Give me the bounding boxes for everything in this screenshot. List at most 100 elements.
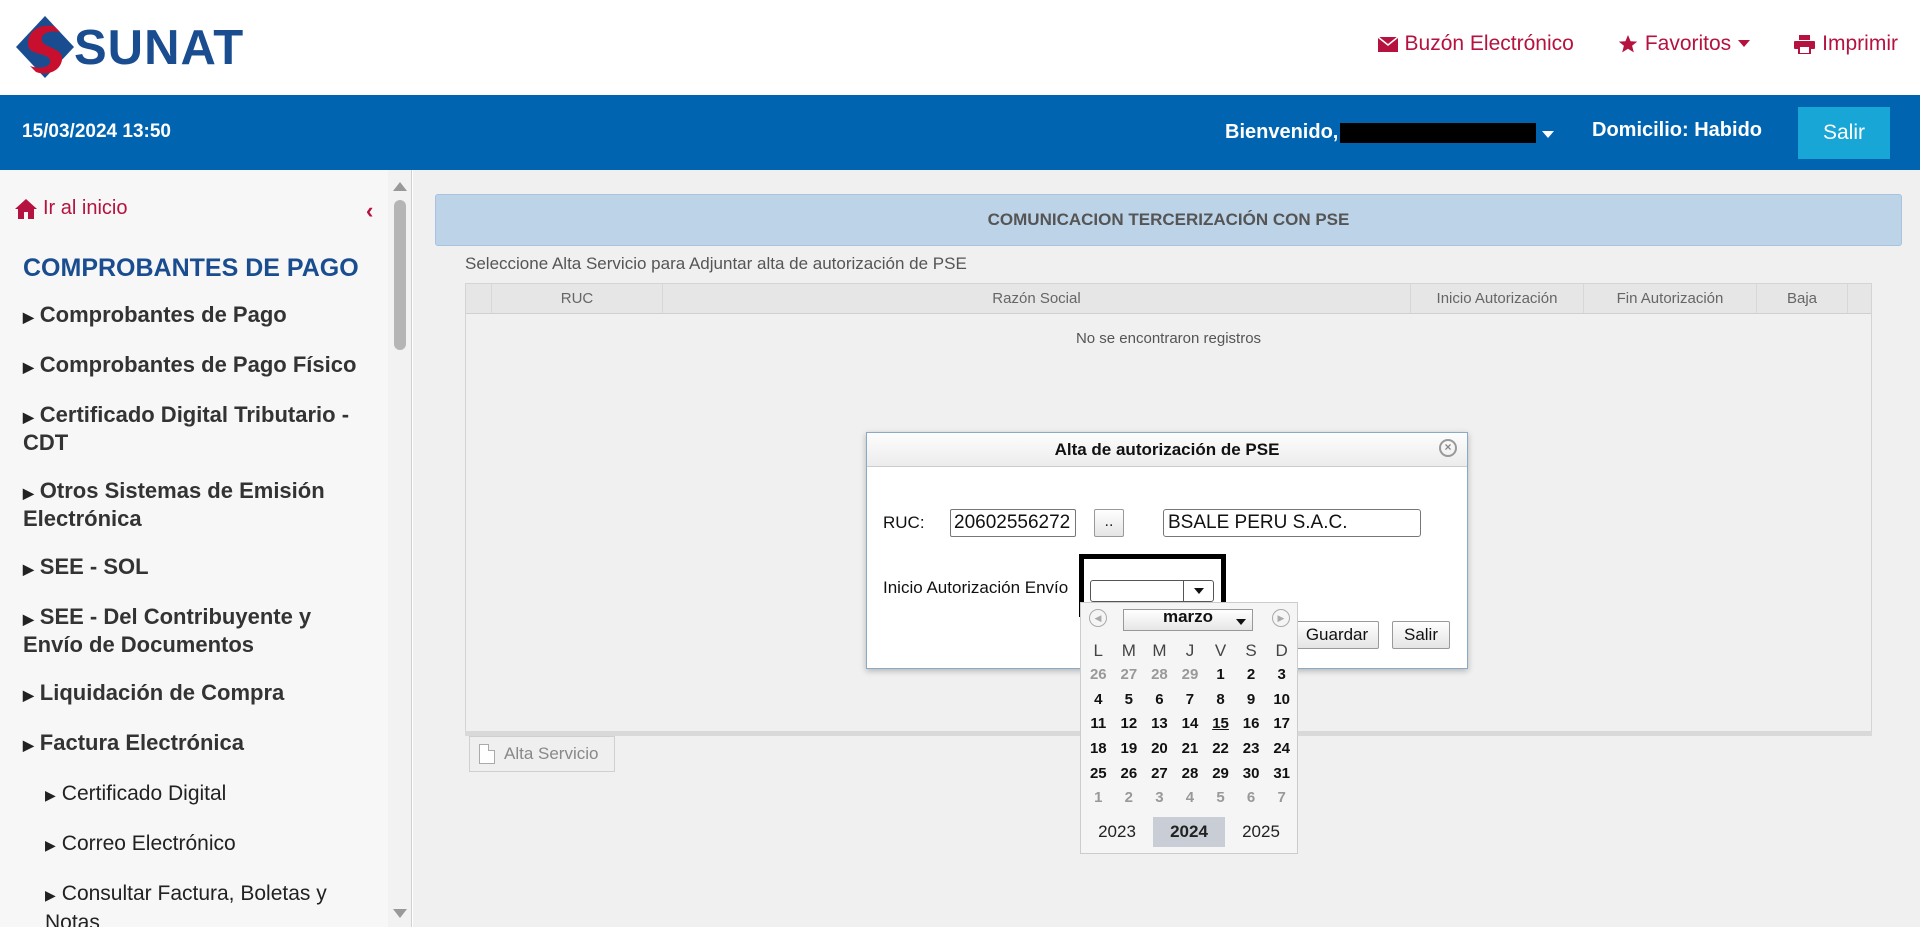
instructions-text: Seleccione Alta Servicio para Adjuntar a… <box>465 254 967 273</box>
calendar-day[interactable]: 21 <box>1175 736 1206 761</box>
calendar-day[interactable]: 2 <box>1114 785 1145 810</box>
calendar-day[interactable]: 27 <box>1114 662 1145 687</box>
calendar-day[interactable]: 28 <box>1175 761 1206 786</box>
sidebar-subitem-certificado-digital[interactable]: ▶ Certificado Digital <box>45 780 373 809</box>
ruc-input[interactable]: 20602556272 <box>950 509 1076 537</box>
column-baja[interactable]: Baja <box>1757 284 1848 313</box>
year-option[interactable]: 2023 <box>1081 815 1153 849</box>
calendar-day[interactable]: 3 <box>1266 662 1297 687</box>
sidebar-item-otros-sistemas[interactable]: ▶ Otros Sistemas de Emisión Electrónica <box>23 478 373 532</box>
calendar-day[interactable]: 7 <box>1175 687 1206 712</box>
calendar-day[interactable]: 18 <box>1083 736 1114 761</box>
expand-triangle-icon: ▶ <box>23 309 34 325</box>
calendar-day[interactable]: 9 <box>1236 687 1267 712</box>
calendar-day[interactable]: 17 <box>1266 711 1297 736</box>
calendar-day[interactable]: 5 <box>1205 785 1236 810</box>
month-select[interactable]: marzo <box>1123 609 1253 631</box>
calendar-day[interactable]: 26 <box>1114 761 1145 786</box>
calendar-day[interactable]: 28 <box>1144 662 1175 687</box>
expand-triangle-icon: ▶ <box>23 485 34 501</box>
next-month-icon[interactable]: ▶ <box>1272 609 1290 627</box>
year-option-selected[interactable]: 2024 <box>1153 817 1225 847</box>
sidebar-item-see-contribuyente[interactable]: ▶ SEE - Del Contribuyente y Envío de Docu… <box>23 604 373 658</box>
calendar-day[interactable]: 25 <box>1083 761 1114 786</box>
sidebar-subitem-correo-electronico[interactable]: ▶ Correo Electrónico <box>45 830 373 859</box>
expand-triangle-icon: ▶ <box>23 561 34 577</box>
calendar-day[interactable]: 30 <box>1236 761 1267 786</box>
sidebar-title: COMPROBANTES DE PAGO <box>23 254 359 282</box>
sunat-logo[interactable]: SUNAT <box>14 14 244 80</box>
calendar-day[interactable]: 24 <box>1266 736 1297 761</box>
calendar-day[interactable]: 2 <box>1236 662 1267 687</box>
calendar-day[interactable]: 4 <box>1083 687 1114 712</box>
printer-icon <box>1794 34 1816 54</box>
sidebar-scrollbar[interactable] <box>393 178 407 918</box>
date-dropdown-button[interactable] <box>1183 581 1213 601</box>
calendar-day[interactable]: 19 <box>1114 736 1145 761</box>
scroll-up-icon[interactable] <box>393 182 407 191</box>
column-razon-social[interactable]: Razón Social <box>663 284 1411 313</box>
calendar-day[interactable]: 1 <box>1083 785 1114 810</box>
calendar-day[interactable]: 14 <box>1175 711 1206 736</box>
close-icon[interactable]: × <box>1439 439 1457 457</box>
calendar-day[interactable]: 5 <box>1114 687 1145 712</box>
logout-button[interactable]: Salir <box>1798 107 1890 159</box>
sidebar-item-comprobantes-fisico[interactable]: ▶ Comprobantes de Pago Físico <box>23 352 373 380</box>
calendar-day[interactable]: 8 <box>1205 687 1236 712</box>
calendar-day[interactable]: 22 <box>1205 736 1236 761</box>
calendar-day[interactable]: 1 <box>1205 662 1236 687</box>
inicio-autorizacion-label: Inicio Autorización Envío <box>883 578 1069 597</box>
calendar-day[interactable]: 6 <box>1236 785 1267 810</box>
calendar-day[interactable]: 13 <box>1144 711 1175 736</box>
calendar-day[interactable]: 29 <box>1175 662 1206 687</box>
prev-month-icon[interactable]: ◀ <box>1089 609 1107 627</box>
calendar-day[interactable]: 12 <box>1114 711 1145 736</box>
inicio-date-input[interactable] <box>1090 580 1214 602</box>
calendar-day[interactable]: 10 <box>1266 687 1297 712</box>
user-bar: 15/03/2024 13:50 Bienvenido, Domicilio: … <box>0 95 1920 170</box>
calendar-day[interactable]: 11 <box>1083 711 1114 736</box>
calendar-day[interactable]: 7 <box>1266 785 1297 810</box>
calendar-day[interactable]: 31 <box>1266 761 1297 786</box>
calendar-day[interactable]: 29 <box>1205 761 1236 786</box>
year-option[interactable]: 2025 <box>1225 815 1297 849</box>
column-fin-autorizacion[interactable]: Fin Autorización <box>1584 284 1757 313</box>
home-link[interactable]: Ir al inicio <box>15 197 127 220</box>
welcome-menu[interactable]: Bienvenido, <box>1225 121 1555 144</box>
save-button[interactable]: Guardar <box>1295 621 1379 649</box>
favoritos-menu[interactable]: Favoritos <box>1618 32 1751 56</box>
sidebar-item-liquidacion-compra[interactable]: ▶ Liquidación de Compra <box>23 680 373 708</box>
sunat-logo-icon <box>16 16 74 78</box>
sidebar-item-factura-electronica[interactable]: ▶ Factura Electrónica <box>23 730 373 758</box>
sidebar-item-comprobantes-de-pago[interactable]: ▶ Comprobantes de Pago <box>23 302 373 330</box>
calendar-day[interactable]: 15 <box>1205 711 1236 736</box>
column-ruc[interactable]: RUC <box>492 284 663 313</box>
exit-button[interactable]: Salir <box>1392 621 1450 649</box>
scroll-thumb[interactable] <box>394 200 406 350</box>
calendar-day[interactable]: 16 <box>1236 711 1267 736</box>
home-icon <box>15 198 37 219</box>
calendar-day[interactable]: 3 <box>1144 785 1175 810</box>
sidebar-item-see-sol[interactable]: ▶ SEE - SOL <box>23 554 373 582</box>
weekday-header: J <box>1185 641 1195 660</box>
sidebar-subitem-consultar-factura[interactable]: ▶ Consultar Factura, Boletas y Notas <box>45 880 373 927</box>
column-inicio-autorizacion[interactable]: Inicio Autorización <box>1411 284 1584 313</box>
calendar-day[interactable]: 4 <box>1175 785 1206 810</box>
sidebar-item-cdt[interactable]: ▶ Certificado Digital Tributario - CDT <box>23 402 373 456</box>
weekday-header: D <box>1275 641 1288 660</box>
calendar-day[interactable]: 23 <box>1236 736 1267 761</box>
imprimir-link[interactable]: Imprimir <box>1794 32 1898 56</box>
scroll-down-icon[interactable] <box>393 909 407 918</box>
alta-servicio-button[interactable]: Alta Servicio <box>469 736 615 772</box>
calendar-day[interactable]: 27 <box>1144 761 1175 786</box>
calendar-day[interactable]: 26 <box>1083 662 1114 687</box>
year-selector: 2023 2024 2025 <box>1081 815 1297 849</box>
ruc-lookup-button[interactable]: .. <box>1094 509 1124 537</box>
razon-social-input[interactable]: BSALE PERU S.A.C. <box>1163 509 1421 537</box>
calendar-day[interactable]: 6 <box>1144 687 1175 712</box>
chevron-down-icon <box>1236 619 1246 625</box>
calendar-day[interactable]: 20 <box>1144 736 1175 761</box>
buzon-electronico-link[interactable]: Buzón Electrónico <box>1377 32 1574 56</box>
collapse-sidebar-icon[interactable]: ‹ <box>366 198 373 224</box>
expand-triangle-icon: ▶ <box>23 409 34 425</box>
